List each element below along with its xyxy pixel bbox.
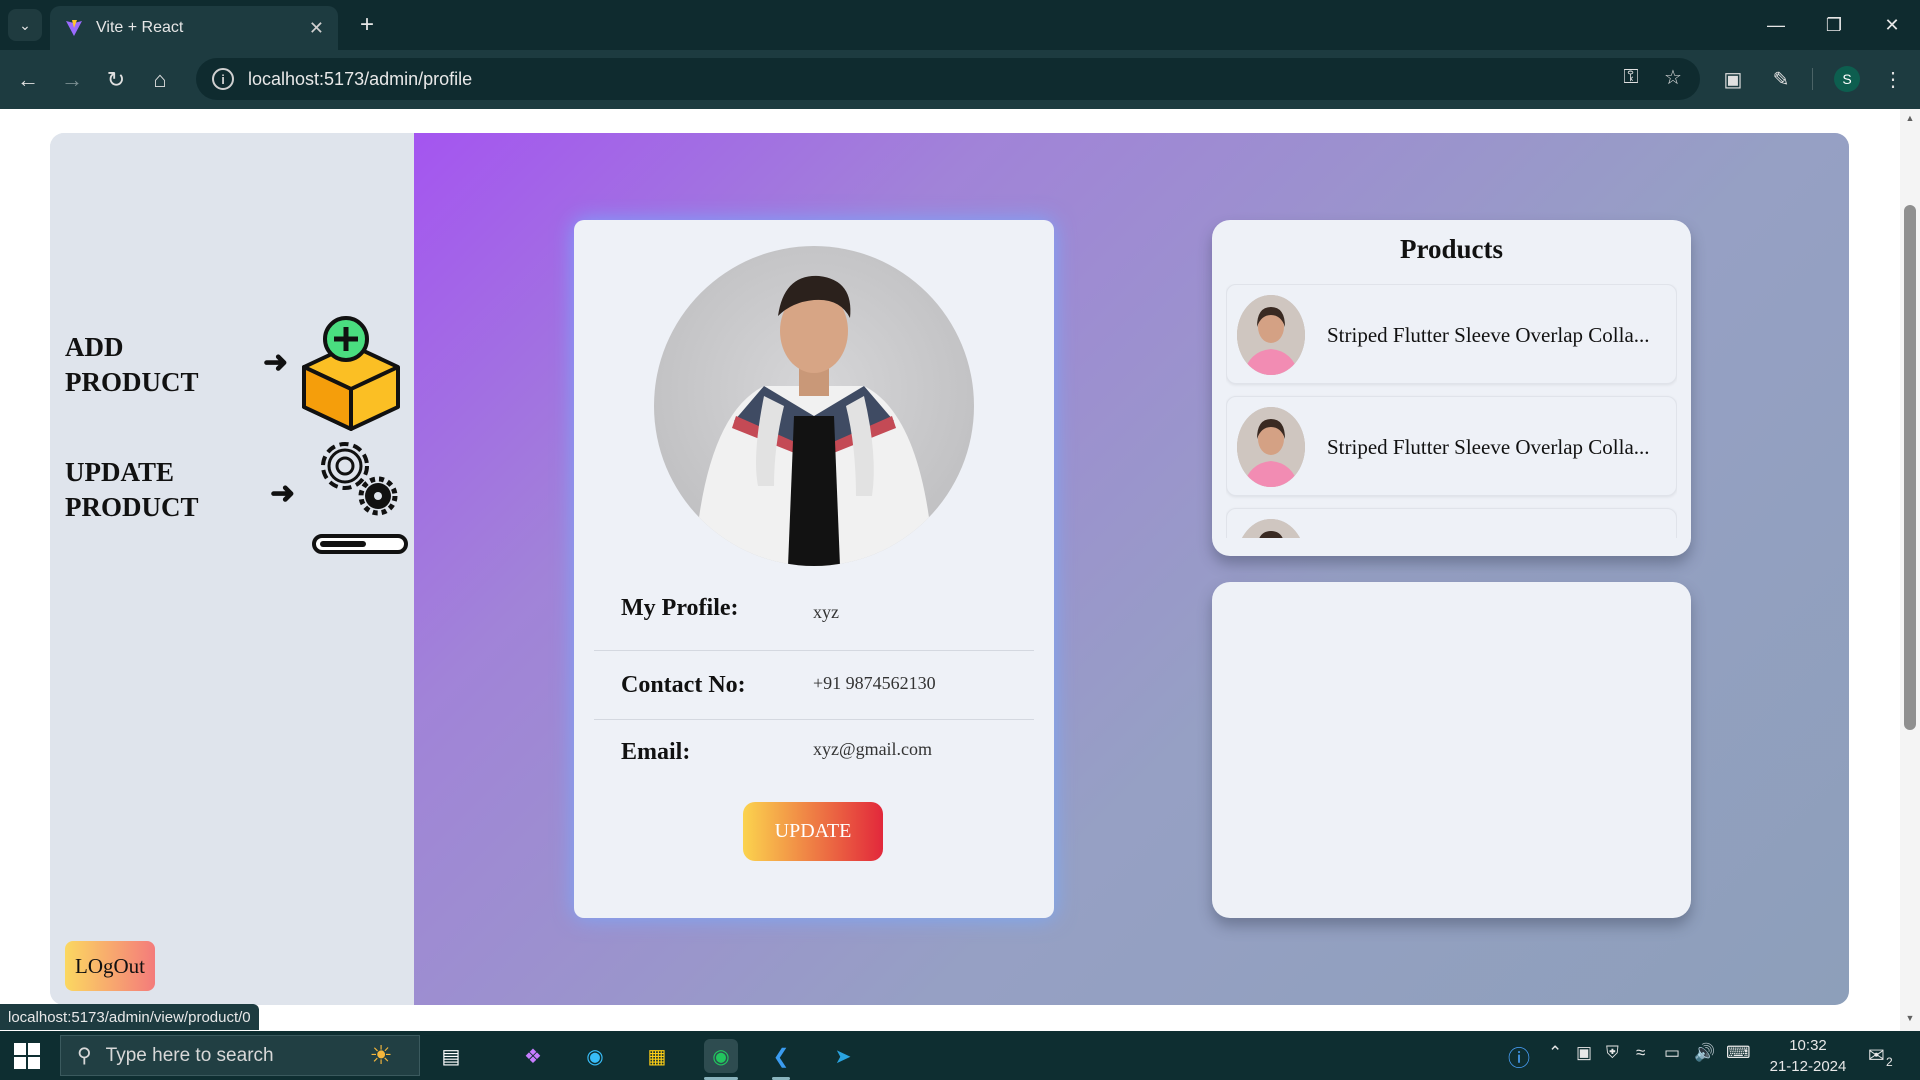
page-scrollbar[interactable]: ▲ ▼ [1900,109,1920,1031]
update-product-gears-icon[interactable] [310,430,410,560]
product-thumbnail [1237,295,1305,375]
restore-icon[interactable]: ❐ [1812,8,1856,42]
tray-app-icon[interactable]: ▣ [1576,1043,1592,1063]
notification-count: 2 [1886,1055,1893,1069]
wifi-icon[interactable]: ≈ [1636,1043,1645,1063]
windows-taskbar: ⚲ Type here to search ☀ ▤ ❖ ◉ ▦ ◉ ❮ ➤ ⓘ … [0,1031,1920,1080]
field-divider [594,719,1034,720]
field-divider [594,650,1034,651]
profile-avatar[interactable]: S [1834,66,1860,92]
extensions-puzzle-icon[interactable]: ✎ [1764,62,1798,96]
password-key-icon[interactable]: ⚿ [1616,62,1646,92]
contact-label: Contact No: [621,672,746,698]
minimize-icon[interactable]: — [1754,8,1798,42]
product-name: Striped Flutter Sleeve Overlap Colla... [1327,435,1650,459]
clock-date: 21-12-2024 [1769,1058,1847,1075]
browser-toolbar: ← → ↻ ⌂ i localhost:5173/admin/profile ⚿… [0,50,1920,109]
tab-close-icon[interactable]: ✕ [309,18,324,39]
product-list-item[interactable]: Striped Flutter Sleeve Overlap Colla... [1226,396,1677,496]
logout-button[interactable]: LOgOut [65,941,155,991]
bookmark-star-icon[interactable]: ☆ [1658,62,1688,92]
scroll-thumb[interactable] [1904,205,1916,730]
system-clock[interactable]: 10:32 21-12-2024 [1768,1035,1848,1077]
update-button[interactable]: UPDATE [743,802,883,861]
keyboard-icon[interactable]: ⌨ [1726,1043,1751,1063]
address-bar[interactable]: i localhost:5173/admin/profile [196,58,1700,100]
product-detail-card [1212,582,1691,918]
new-tab-plus-icon[interactable]: + [352,10,382,40]
email-label: Email: [621,739,691,765]
product-list-item[interactable]: Striped Flutter Sleeve Overlap Colla... [1226,284,1677,384]
windows-start-icon[interactable] [12,1041,42,1071]
site-info-icon[interactable]: i [212,68,234,90]
volume-icon[interactable]: 🔊 [1694,1043,1715,1063]
update-arrow-icon: ➜ [270,477,296,510]
tray-chevron-icon[interactable]: ⌃ [1548,1043,1562,1063]
profile-name-label: My Profile: [621,595,739,621]
extension-avatar-icon[interactable]: ▣ [1716,62,1750,96]
status-bar-url: localhost:5173/admin/view/product/0 [0,1004,259,1030]
search-icon: ⚲ [77,1045,92,1067]
update-product-link[interactable]: UPDATE PRODUCT [65,455,245,525]
products-card: Products Striped Flutter Sleeve Overlap … [1212,220,1691,556]
telegram-icon[interactable]: ➤ [826,1039,860,1073]
add-product-link[interactable]: ADD PRODUCT [65,330,245,400]
products-title: Products [1399,234,1503,264]
back-arrow-icon[interactable]: ← [10,62,46,98]
forward-arrow-icon[interactable]: → [54,62,90,98]
more-menu-icon[interactable]: ⋮ [1876,62,1910,96]
vscode-icon[interactable]: ❮ [764,1039,798,1073]
search-highlight-sun-icon[interactable]: ☀ [346,1035,416,1076]
product-thumbnail [1237,519,1305,538]
add-arrow-icon: ➜ [263,346,289,379]
browser-tab-bar: ⌄ Vite + React ✕ + — ❐ ✕ [0,0,1920,50]
help-icon[interactable]: ⓘ [1508,1041,1530,1073]
scroll-down-icon[interactable]: ▼ [1903,1013,1917,1027]
file-explorer-icon[interactable]: ▦ [640,1039,674,1073]
task-view-icon[interactable]: ▤ [434,1039,468,1073]
product-list: Striped Flutter Sleeve Overlap Colla... … [1226,284,1677,538]
tab-title: Vite + React [96,19,184,36]
admin-sidebar: ADD PRODUCT ➜ UPDATE PRODUCT ➜ LOgOut [50,133,414,1005]
clock-time: 10:32 [1789,1037,1827,1054]
tab-list-chevron-icon[interactable]: ⌄ [8,9,42,41]
add-product-box-icon[interactable] [296,315,406,433]
security-shield-icon[interactable]: ⛨ [1606,1043,1619,1063]
url-text[interactable]: localhost:5173/admin/profile [248,69,472,90]
person-illustration [694,275,934,566]
contact-value: +91 9874562130 [813,673,936,693]
profile-name-value: xyz [813,602,839,622]
product-thumbnail [1237,407,1305,487]
product-name: Striped Flutter Sleeve Overlap Colla... [1327,323,1650,347]
toolbar-divider [1812,68,1813,90]
product-list-item[interactable] [1226,508,1677,538]
profile-avatar-photo [654,246,974,566]
copilot-icon[interactable]: ❖ [516,1039,550,1073]
main-content: My Profile: xyz Contact No: +91 98745621… [414,133,1849,1005]
admin-panel: ADD PRODUCT ➜ UPDATE PRODUCT ➜ LOgOut My… [50,133,1849,1005]
email-value: xyz@gmail.com [813,739,933,759]
window-close-icon[interactable]: ✕ [1870,8,1914,42]
page-viewport: ADD PRODUCT ➜ UPDATE PRODUCT ➜ LOgOut My… [0,109,1920,1031]
search-placeholder: Type here to search [105,1044,274,1066]
chrome-icon[interactable]: ◉ [704,1039,738,1073]
battery-icon[interactable]: ▭ [1664,1043,1680,1063]
profile-card: My Profile: xyz Contact No: +91 98745621… [574,220,1054,918]
vite-logo-icon [66,20,82,36]
reload-icon[interactable]: ↻ [98,62,134,98]
browser-tab[interactable]: Vite + React ✕ [50,6,338,50]
edge-browser-icon[interactable]: ◉ [578,1039,612,1073]
home-icon[interactable]: ⌂ [142,62,178,98]
scroll-up-icon[interactable]: ▲ [1903,113,1917,127]
notification-icon[interactable]: ✉ [1868,1043,1885,1068]
